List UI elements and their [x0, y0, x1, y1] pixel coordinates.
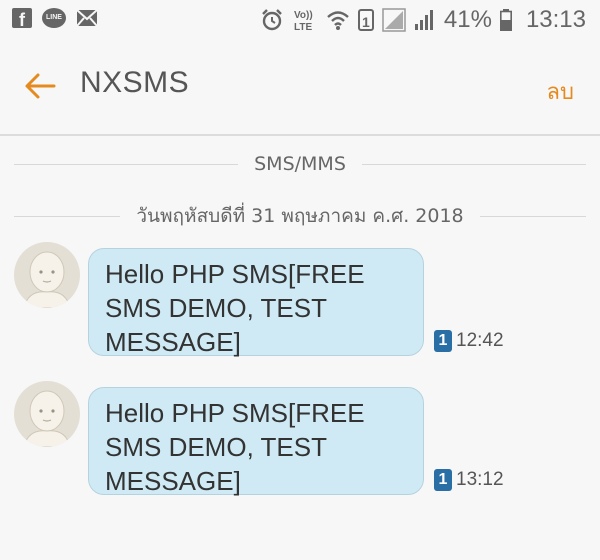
- battery-percent: 41%: [443, 6, 492, 33]
- message-time: 12:42: [456, 330, 504, 351]
- signal-icon: [382, 8, 406, 32]
- date-divider: วันพฤหัสบดีที่ 31 พฤษภาคม ค.ศ. 2018: [14, 204, 586, 228]
- facebook-icon: f: [12, 8, 32, 28]
- divider-line: [14, 163, 239, 165]
- message-meta: 1 12:42: [434, 330, 504, 352]
- contact-avatar-icon: [23, 251, 71, 308]
- conversation-header: NXSMS ลบ: [0, 40, 600, 136]
- clock: 13:13: [525, 6, 586, 33]
- back-arrow-icon[interactable]: [22, 68, 58, 104]
- wifi-icon: [327, 11, 349, 30]
- date-label: วันพฤหัสบดีที่ 31 พฤษภาคม ค.ศ. 2018: [136, 205, 464, 227]
- sim-badge: 1: [434, 330, 452, 352]
- volte-icon: Vo)) LTE: [294, 10, 313, 33]
- delete-button[interactable]: ลบ: [547, 74, 574, 109]
- message-bubble[interactable]: Hello PHP SMS[FREE SMS DEMO, TEST MESSAG…: [88, 387, 424, 496]
- alarm-icon: [262, 9, 282, 31]
- battery-icon: [499, 9, 512, 31]
- system-status: Vo)) LTE 1 41% 13:13: [260, 4, 586, 36]
- avatar[interactable]: [14, 242, 80, 308]
- line-icon: LINE: [42, 8, 66, 28]
- divider-line: [361, 163, 587, 165]
- thread-type-divider: SMS/MMS: [14, 152, 587, 176]
- message-text: Hello PHP SMS[FREE SMS DEMO, TEST MESSAG…: [105, 398, 365, 496]
- message-row[interactable]: Hello PHP SMS[FREE SMS DEMO, TEST MESSAG…: [0, 381, 600, 501]
- divider-line: [479, 215, 586, 217]
- message-text: Hello PHP SMS[FREE SMS DEMO, TEST MESSAG…: [105, 259, 365, 357]
- thread-type-label: SMS/MMS: [254, 153, 346, 175]
- contact-title: NXSMS: [80, 66, 190, 99]
- mail-icon: [76, 9, 98, 27]
- message-time: 13:12: [456, 469, 504, 490]
- message-row[interactable]: Hello PHP SMS[FREE SMS DEMO, TEST MESSAG…: [0, 242, 600, 362]
- status-bar: f LINE Vo)) LTE 1 41% 13:13: [0, 0, 600, 40]
- sim-icon: 1: [357, 9, 374, 31]
- sim-badge: 1: [434, 469, 452, 491]
- notification-icons: f LINE: [12, 8, 98, 28]
- divider-line: [14, 215, 121, 217]
- message-meta: 1 13:12: [434, 469, 504, 491]
- svg-text:Vo)): Vo)): [294, 10, 313, 21]
- avatar[interactable]: [14, 381, 80, 447]
- contact-avatar-icon: [23, 390, 71, 447]
- svg-text:LTE: LTE: [294, 22, 312, 33]
- signal-icon: [414, 10, 433, 30]
- message-bubble[interactable]: Hello PHP SMS[FREE SMS DEMO, TEST MESSAG…: [88, 248, 424, 357]
